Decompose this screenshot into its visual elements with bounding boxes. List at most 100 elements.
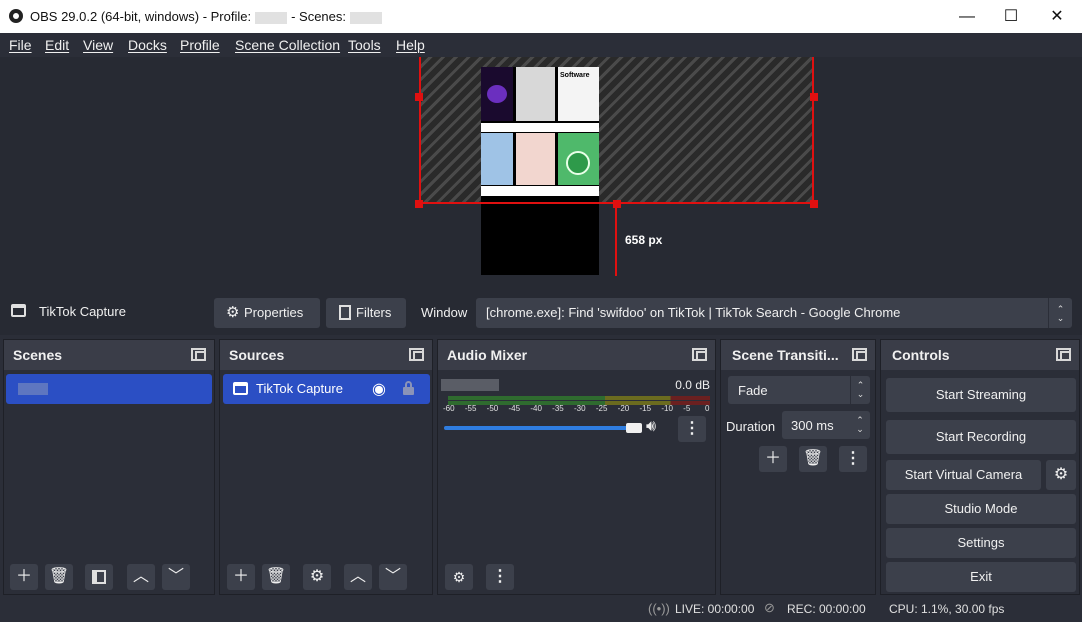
scene-filters-button[interactable] [85,564,113,590]
status-bar: ((•)) LIVE: 00:00:00 ⊘ REC: 00:00:00 CPU… [0,597,1082,622]
updown-arrows-icon: ⌃ ⌄ [1048,298,1072,328]
eye-icon[interactable]: ◉ [372,379,386,399]
meter-tick-label: -45 [508,404,521,413]
obs-logo-icon [9,9,23,23]
live-status-icon: ((•)) [648,601,670,616]
selected-source-outline[interactable] [419,57,814,204]
audio-mixer-header: Audio Mixer [438,340,715,370]
speaker-icon[interactable]: 🔊︎ [646,418,656,436]
spin-arrows-icon[interactable]: ⌃ ⌄ [850,411,870,439]
maximize-button[interactable]: ☐ [988,0,1034,33]
float-dock-icon[interactable] [191,348,206,361]
resize-handle[interactable] [810,200,818,208]
lock-icon[interactable] [403,381,414,395]
window-select-value: [chrome.exe]: Find 'swifdoo' on TikTok |… [486,305,901,320]
properties-button[interactable]: ⚙ Properties [214,298,320,328]
menu-help[interactable]: Help [396,37,425,53]
remove-source-button[interactable]: 🗑 [262,564,290,590]
advanced-audio-properties-button[interactable]: ⚙ [445,564,473,590]
rec-time: REC: 00:00:00 [787,602,866,616]
volume-slider-handle[interactable] [626,423,642,433]
resize-handle[interactable] [415,93,423,101]
remove-scene-button[interactable]: 🗑 [45,564,73,590]
resize-handle[interactable] [415,200,423,208]
preview-canvas[interactable]: Software 658 px [0,57,1082,289]
move-source-down-button[interactable]: ﹀ [379,564,407,590]
scene-transitions-header: Scene Transiti... [721,340,875,370]
menu-docks[interactable]: Docks [128,37,167,53]
scene-collection-redacted [350,11,383,24]
menu-file[interactable]: File [9,37,32,53]
meter-tick-label: -10 [661,404,673,413]
menu-edit[interactable]: Edit [45,37,69,53]
meter-tick-label: -30 [574,404,586,413]
float-dock-icon[interactable] [409,348,424,361]
source-item-selected[interactable]: TikTok Capture ◉ [223,374,430,404]
volume-slider[interactable] [444,423,642,433]
scene-transitions-title: Scene Transiti... [732,347,839,363]
virtual-camera-settings-button[interactable]: ⚙ [1046,460,1076,490]
properties-label: Properties [244,305,304,320]
minimize-button[interactable]: — [944,0,990,33]
start-recording-button[interactable]: Start Recording [886,420,1076,454]
add-transition-button[interactable]: ＋ [759,446,787,472]
start-streaming-button[interactable]: Start Streaming [886,378,1076,412]
float-dock-icon[interactable] [852,348,867,361]
scene-name-redacted [18,383,48,395]
move-source-up-button[interactable]: ︿ [344,564,372,590]
sources-dock: Sources TikTok Capture ◉ ＋ 🗑 ⚙ ︿ ﹀ [219,339,433,595]
start-virtual-camera-button[interactable]: Start Virtual Camera [886,460,1041,490]
menu-tools[interactable]: Tools [348,37,381,53]
meter-scale: -60 -55 -50 -45 -40 -35 -30 -25 -20 -15 -10 -5 0 [443,404,713,416]
scene-item-selected[interactable] [6,374,212,404]
menu-profile[interactable]: Profile [180,37,220,53]
updown-arrows-icon: ⌃ ⌄ [850,376,870,404]
window-label: Window [421,305,468,320]
controls-title: Controls [892,347,950,363]
source-toolbar: TikTok Capture ⚙ Properties Filters Wind… [0,289,1082,335]
filters-icon [92,570,106,584]
source-properties-button[interactable]: ⚙ [303,564,331,590]
menu-scene-collection[interactable]: Scene Collection [235,37,340,53]
filters-icon [339,305,351,320]
move-scene-down-button[interactable]: ﹀ [162,564,190,590]
window-capture-icon [233,382,248,395]
sources-dock-header: Sources [220,340,432,370]
settings-button[interactable]: Settings [886,528,1076,558]
gear-icon: ⚙ [226,304,240,321]
add-scene-button[interactable]: ＋ [10,564,38,590]
audio-mixer-menu-button[interactable]: ⋮ [486,564,514,590]
volume-meter [448,396,710,400]
filters-button[interactable]: Filters [326,298,406,328]
close-button[interactable]: ✕ [1034,0,1080,33]
exit-button[interactable]: Exit [886,562,1076,592]
add-source-button[interactable]: ＋ [227,564,255,590]
scenes-title: Scenes [13,347,63,363]
controls-header: Controls [881,340,1079,370]
meter-tick-label: -25 [595,404,608,413]
menu-view[interactable]: View [83,37,113,53]
scenes-dock-header: Scenes [4,340,214,370]
scene-transitions-dock: Scene Transiti... Fade ⌃ ⌄ Duration 300 m… [720,339,876,595]
resize-handle[interactable] [810,93,818,101]
meter-tick-label: -60 [443,404,455,413]
audio-mixer-title: Audio Mixer [447,347,528,363]
rec-status-icon: ⊘ [764,600,775,615]
window-select[interactable]: [chrome.exe]: Find 'swifdoo' on TikTok |… [476,298,1072,328]
sources-title: Sources [229,347,285,363]
float-dock-icon[interactable] [1056,348,1071,361]
title-app-text: OBS 29.0.2 (64-bit, windows) - Profile: [30,9,252,24]
filters-label: Filters [356,305,392,320]
float-dock-icon[interactable] [692,348,707,361]
meter-tick-label: -35 [552,404,564,413]
volume-slider-fill [444,426,640,430]
meter-tick-label: -20 [617,404,630,413]
transition-properties-button[interactable]: ⋮ [839,446,867,472]
transition-select[interactable]: Fade ⌃ ⌄ [728,376,870,404]
move-scene-up-button[interactable]: ︿ [127,564,155,590]
duration-spinbox[interactable]: 300 ms ⌃ ⌄ [782,411,870,439]
studio-mode-button[interactable]: Studio Mode [886,494,1076,524]
selected-source-name: TikTok Capture [39,304,126,319]
audio-menu-button[interactable]: ⋮ [678,416,706,442]
remove-transition-button[interactable]: 🗑 [799,446,827,472]
